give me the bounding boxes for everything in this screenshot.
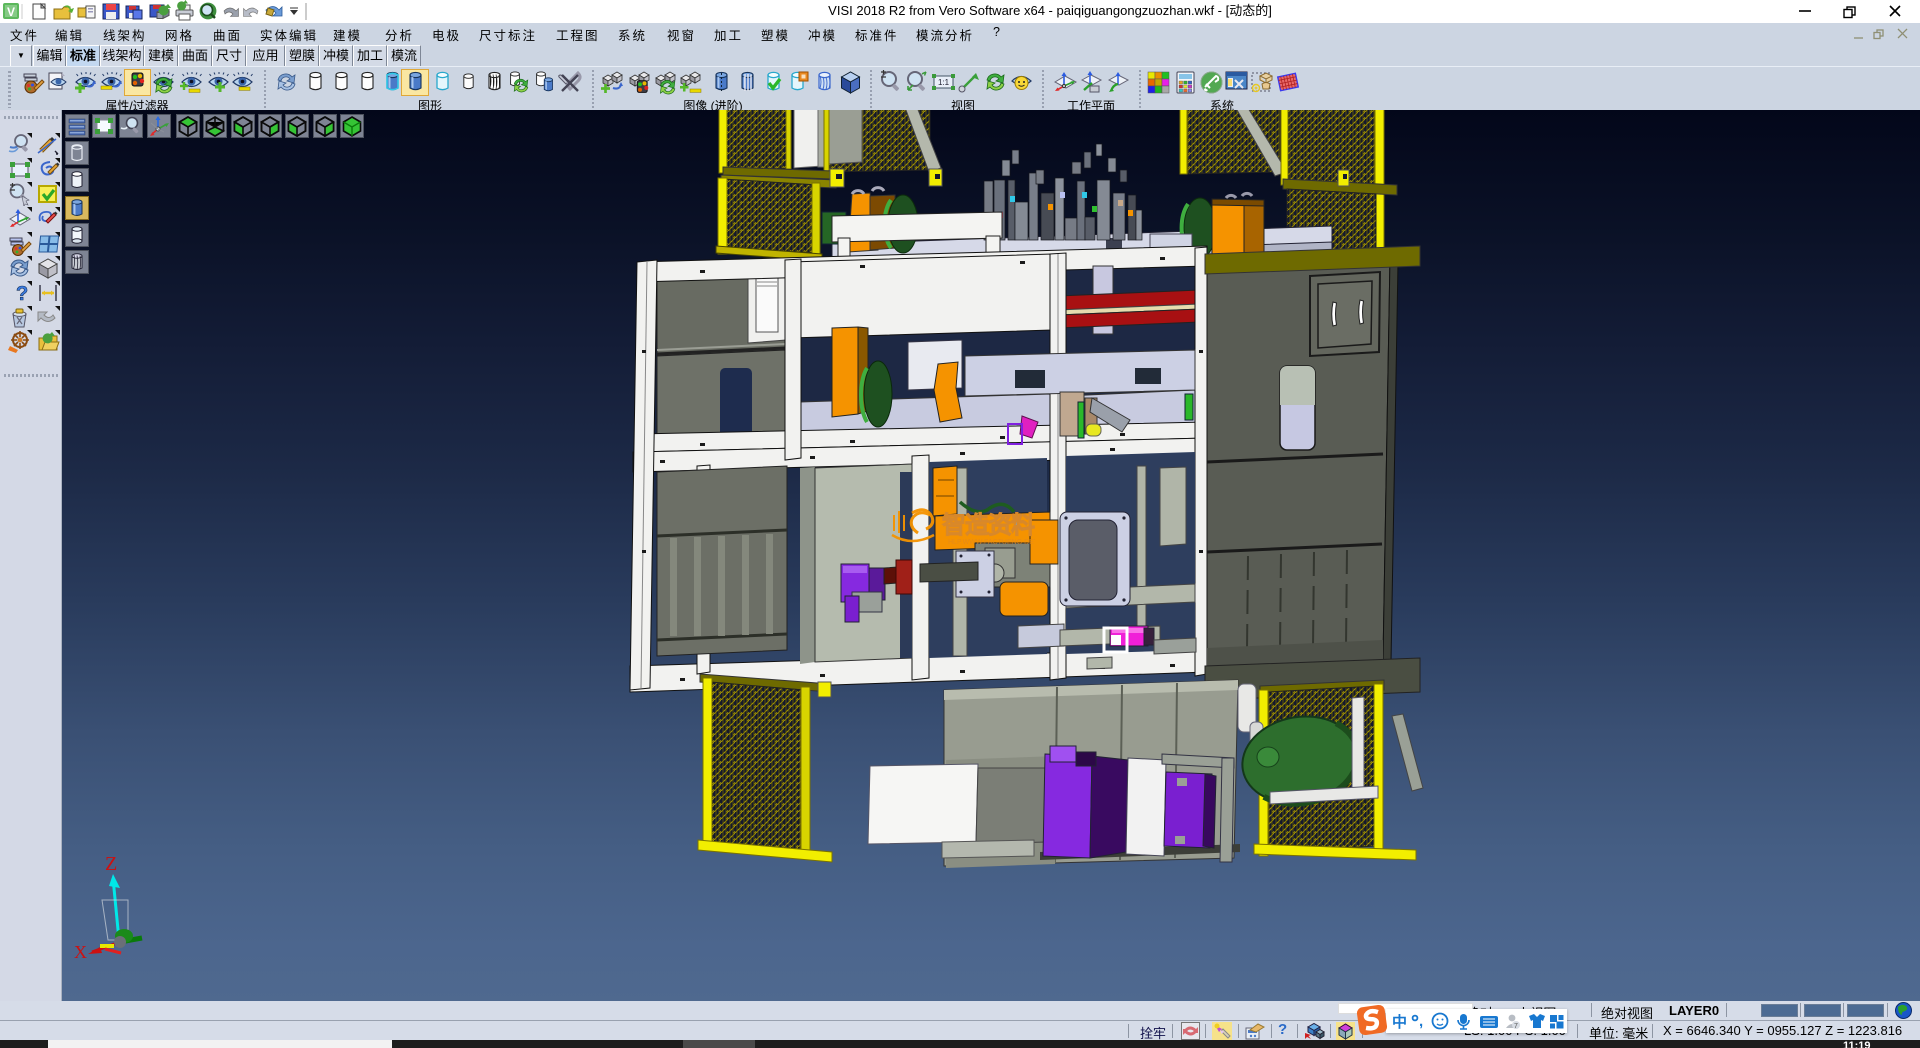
svg-text:V: V — [7, 5, 15, 19]
svg-text:Z: Z — [105, 853, 117, 875]
svg-text:1:1: 1:1 — [938, 78, 950, 87]
svg-text:HLP.WWW.FACTUENG DETA: HLP.WWW.FACTUENG DETA — [948, 539, 1035, 546]
svg-text:?: ? — [16, 283, 28, 305]
svg-text:,: , — [1419, 1013, 1423, 1030]
svg-text:智造资料网: 智造资料网 — [942, 511, 1035, 539]
svg-text:X: X — [74, 942, 87, 962]
svg-text:7: 7 — [1514, 1023, 1518, 1030]
svg-text:中: 中 — [1392, 1013, 1407, 1031]
